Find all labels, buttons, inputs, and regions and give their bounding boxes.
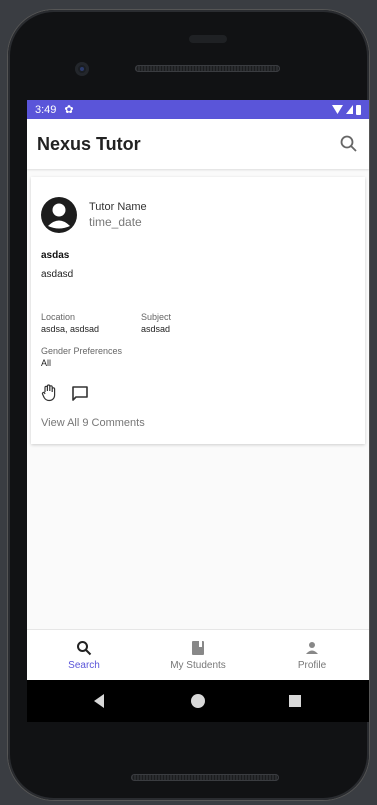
page-title: Nexus Tutor [37, 133, 141, 154]
location-value: asdsa, asdsad [41, 324, 100, 334]
tutor-post-card[interactable]: Tutor Name time_date asdas asdasd Locati… [31, 177, 365, 444]
recent-apps-button[interactable] [289, 695, 301, 707]
bottom-speaker [131, 774, 279, 781]
android-navigation-bar [27, 680, 369, 722]
avatar-icon [41, 197, 77, 233]
top-sensor [189, 35, 227, 43]
nav-search[interactable]: Search [27, 630, 141, 680]
nav-my-students-label: My Students [170, 659, 226, 671]
nav-search-label: Search [68, 659, 100, 671]
gender-value: All [41, 358, 52, 368]
gender-field: Gender Preferences All [41, 346, 355, 368]
view-comments-link[interactable]: View All 9 Comments [41, 417, 355, 429]
app-screen: 3:49 ✿ Nexus Tutor Tutor Name time_date … [27, 100, 369, 680]
nav-profile[interactable]: Profile [255, 630, 369, 680]
book-icon [190, 640, 206, 656]
subject-label: Subject [141, 312, 172, 322]
post-actions [41, 384, 355, 407]
person-icon [304, 640, 320, 656]
status-bar: 3:49 ✿ [27, 100, 369, 119]
gender-label: Gender Preferences [41, 346, 123, 356]
nav-profile-label: Profile [297, 659, 327, 671]
subject-field: Subject asdsad [141, 312, 241, 334]
post-body: asdasd [41, 269, 74, 280]
author-name: Tutor Name [89, 201, 147, 213]
bottom-navigation: Search My Students Profile [27, 629, 369, 680]
location-field: Location asdsa, asdsad [41, 312, 141, 334]
wifi-icon [332, 105, 343, 114]
home-button[interactable] [191, 694, 205, 708]
location-label: Location [41, 312, 76, 322]
back-button[interactable] [94, 694, 104, 708]
gear-icon: ✿ [64, 104, 74, 116]
comment-icon[interactable] [71, 385, 89, 407]
status-time: 3:49 [35, 103, 57, 116]
signal-icon [346, 105, 353, 114]
front-camera [75, 62, 89, 76]
search-icon[interactable] [339, 134, 359, 154]
post-date: time_date [89, 215, 142, 229]
post-author: Tutor Name time_date [41, 197, 355, 233]
app-bar: Nexus Tutor [27, 119, 369, 169]
raise-hand-icon[interactable] [41, 384, 57, 407]
nav-my-students[interactable]: My Students [141, 630, 255, 680]
subject-value: asdsad [141, 324, 171, 334]
earpiece-speaker [135, 65, 280, 72]
search-icon [76, 640, 92, 656]
status-icons [332, 104, 361, 115]
battery-icon [356, 104, 361, 115]
post-title: asdas [41, 250, 70, 261]
post-fields: Location asdsa, asdsad Subject asdsad [41, 312, 355, 334]
